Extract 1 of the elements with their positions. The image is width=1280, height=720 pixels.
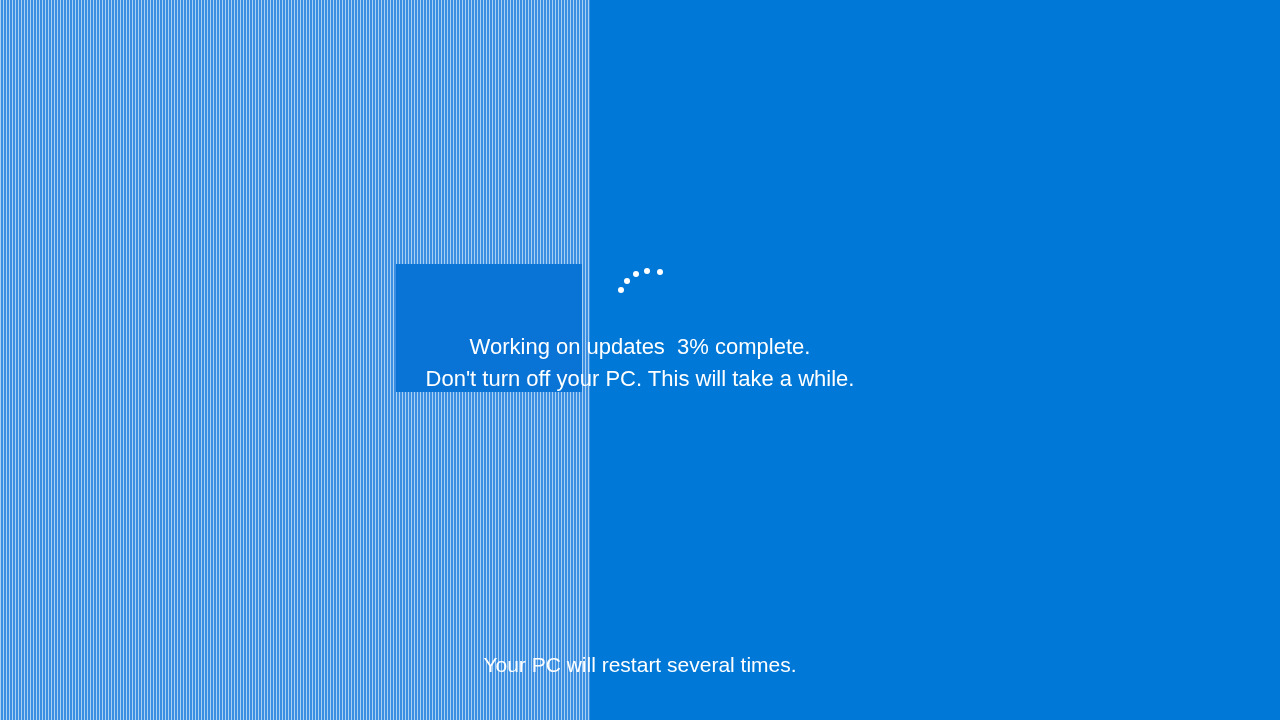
loading-spinner-icon (615, 265, 665, 295)
